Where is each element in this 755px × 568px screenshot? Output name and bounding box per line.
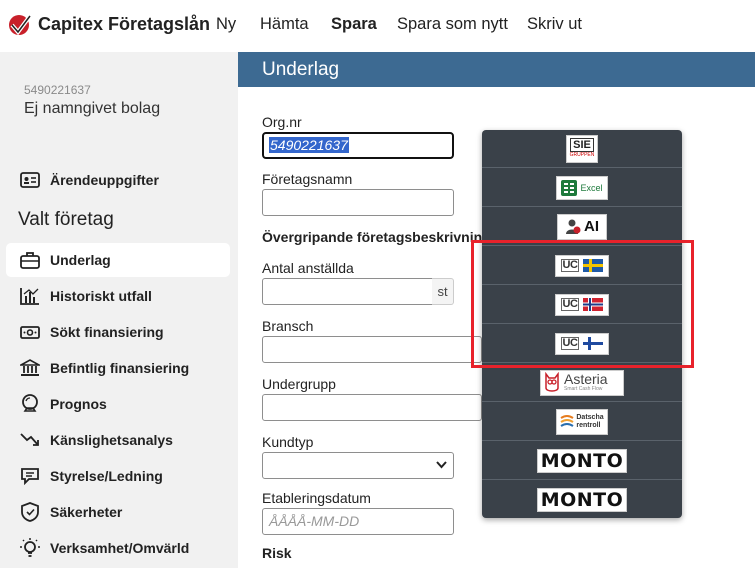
org-nr-label: Org.nr (262, 114, 302, 130)
antal-anstallda-input[interactable] (262, 278, 433, 305)
owl-icon (545, 371, 559, 392)
overgripande-heading: Övergripande företagsbeskrivning (262, 229, 482, 245)
sidebar-item-label: Sökt finansiering (50, 324, 164, 340)
lightbulb-icon (19, 537, 41, 559)
sidebar: 5490221637 Ej namngivet bolag Ärendeuppg… (0, 52, 238, 568)
chevron-down-icon (436, 461, 447, 469)
people-icon (19, 465, 41, 487)
bransch-label: Bransch (262, 318, 314, 334)
sidebar-item-underlag[interactable]: Underlag (6, 243, 230, 277)
ai-logo-icon: AI (557, 213, 607, 240)
app-title: Capitex Företagslån (38, 14, 211, 34)
risk-heading: Risk (262, 545, 292, 561)
uc-highlight-box (471, 240, 694, 368)
sie-logo-icon: SIE GRUPPEN (566, 134, 598, 163)
menu-item-asteria[interactable]: Asteria Smart Cash Flow (482, 364, 682, 402)
kundtyp-select[interactable] (262, 452, 454, 479)
sidebar-item-verksamhet-omvarld[interactable]: Verksamhet/Omvärld (6, 531, 230, 565)
foretagsnamn-input[interactable] (262, 189, 454, 216)
id-card-icon (19, 169, 41, 191)
etableringsdatum-label: Etableringsdatum (262, 490, 371, 506)
menu-item-monto-2[interactable]: MONTO (482, 481, 682, 519)
shield-icon (19, 501, 41, 523)
sidebar-item-label: Styrelse/Ledning (50, 468, 163, 484)
sidebar-item-label: Historiskt utfall (50, 288, 152, 304)
bar-chart-icon (19, 285, 41, 307)
sidebar-item-label: Underlag (50, 252, 111, 268)
sidebar-item-sakerheter[interactable]: Säkerheter (6, 495, 230, 529)
sidebar-item-historiskt-utfall[interactable]: Historiskt utfall (6, 279, 230, 313)
bransch-select[interactable] (262, 336, 482, 363)
crystal-ball-icon (19, 393, 41, 415)
sidebar-item-label: Ärendeuppgifter (50, 172, 159, 188)
bank-icon (19, 357, 41, 379)
section-title: Underlag (262, 59, 340, 80)
sidebar-item-styrelse-ledning[interactable]: Styrelse/Ledning (6, 459, 230, 493)
monto-logo: MONTO (537, 488, 627, 512)
nav-hamta[interactable]: Hämta (260, 15, 309, 34)
capitex-logo-icon (9, 14, 32, 36)
datscha-logo: Datscha rentroll (556, 408, 608, 435)
etableringsdatum-input[interactable]: ÅÅÅÅ-MM-DD (262, 508, 454, 535)
nav-spara-som-nytt[interactable]: Spara som nytt (397, 15, 508, 34)
excel-logo-icon: Excel (556, 175, 608, 200)
monto-logo: MONTO (537, 448, 627, 473)
trend-arrow-icon (19, 429, 41, 451)
undergrupp-label: Undergrupp (262, 376, 336, 392)
asteria-logo: Asteria Smart Cash Flow (540, 369, 624, 396)
nav-skriv-ut[interactable]: Skriv ut (527, 15, 582, 34)
company-id: 5490221637 (24, 83, 91, 97)
sidebar-item-sokt-finansiering[interactable]: Sökt finansiering (6, 315, 230, 349)
money-icon (19, 321, 41, 343)
antal-suffix: st (432, 278, 454, 305)
org-nr-value: 5490221637 (269, 137, 349, 153)
sidebar-item-label: Befintlig finansiering (50, 360, 190, 376)
sidebar-item-label: Säkerheter (50, 504, 123, 520)
sidebar-item-label: Prognos (50, 396, 107, 412)
antal-anstallda-label: Antal anställda (262, 260, 354, 276)
sidebar-item-befintlig-finansiering[interactable]: Befintlig finansiering (6, 351, 230, 385)
top-bar: Capitex Företagslån Ny Hämta Spara Spara… (0, 0, 755, 52)
menu-item-sie[interactable]: SIE GRUPPEN (482, 130, 682, 168)
sidebar-item-prognos[interactable]: Prognos (6, 387, 230, 421)
menu-item-monto-1[interactable]: MONTO (482, 442, 682, 480)
sidebar-item-kanslighetsanalys[interactable]: Känslighetsanalys (6, 423, 230, 457)
sidebar-item-label: Verksamhet/Omvärld (50, 540, 190, 556)
company-name: Ej namngivet bolag (24, 100, 161, 117)
section-heading-valt-foretag: Valt företag (18, 209, 114, 230)
menu-item-excel[interactable]: Excel (482, 169, 682, 207)
sidebar-item-label: Känslighetsanalys (50, 432, 173, 448)
nav-ny[interactable]: Ny (216, 15, 236, 34)
foretagsnamn-label: Företagsnamn (262, 171, 353, 187)
section-title-bar: Underlag (238, 52, 755, 87)
org-nr-input[interactable]: 5490221637 (262, 132, 454, 159)
sidebar-item-arendeuppgifter[interactable]: Ärendeuppgifter (6, 163, 230, 197)
nav-spara[interactable]: Spara (331, 15, 377, 34)
menu-item-datscha[interactable]: Datscha rentroll (482, 403, 682, 441)
undergrupp-select[interactable] (262, 394, 482, 421)
kundtyp-label: Kundtyp (262, 434, 314, 450)
briefcase-icon (19, 249, 41, 271)
